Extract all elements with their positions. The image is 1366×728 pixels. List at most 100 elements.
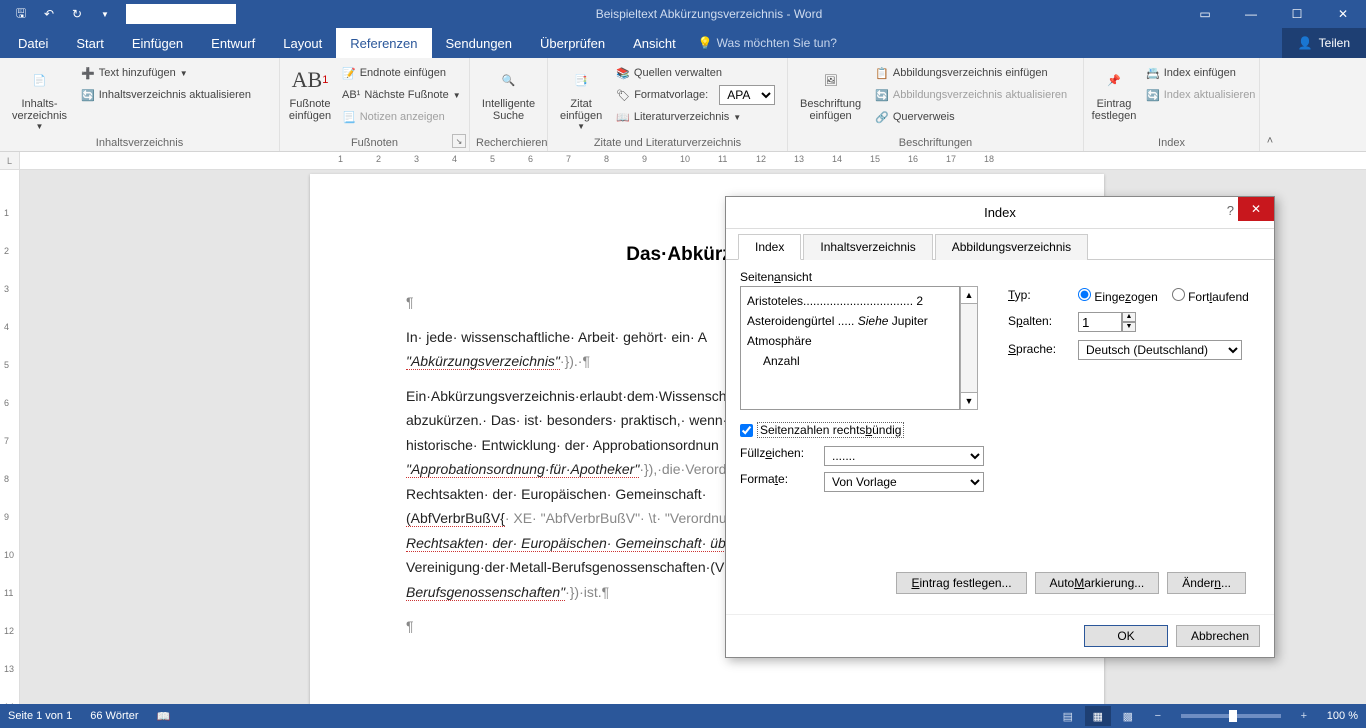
type-indented-radio[interactable]: Eingezogen [1078,286,1158,304]
tab-layout[interactable]: Layout [269,28,336,58]
scroll-up-icon[interactable]: ▲ [960,286,978,304]
zoom-in-icon[interactable]: + [1291,706,1317,726]
tab-design[interactable]: Entwurf [197,28,269,58]
horizontal-ruler[interactable]: L 123456789101112131415161718 [0,152,1366,170]
dialog-close-icon[interactable]: ✕ [1238,197,1274,221]
mark-entry-dialog-button[interactable]: Eintrag festlegen... [896,572,1026,594]
print-layout-icon[interactable]: ▦ [1085,706,1111,726]
undo-icon[interactable]: ↶ [36,2,62,26]
scroll-down-icon[interactable]: ▼ [960,392,978,410]
update-index-button[interactable]: 🔄Index aktualisieren [1142,84,1259,106]
manage-sources-button[interactable]: 📚Quellen verwalten [612,62,779,84]
proofing-icon[interactable]: 📖 [157,710,171,723]
spin-up-icon[interactable]: ▲ [1122,312,1136,322]
share-button[interactable]: 👤 Teilen [1282,28,1366,58]
columns-stepper[interactable]: ▲▼ [1078,312,1260,332]
body-text: In· jede· wissenschaftliche· Arbeit· geh… [406,329,707,345]
tab-file[interactable]: Datei [4,28,62,58]
preview-box: Aristoteles.............................… [740,286,960,410]
add-text-button[interactable]: ➕Text hinzufügen▼ [77,62,255,84]
tab-review[interactable]: Überprüfen [526,28,619,58]
update-toc-button[interactable]: 🔄Inhaltsverzeichnis aktualisieren [77,84,255,106]
bulb-icon: 💡 [698,36,713,50]
dialog-tab-fig[interactable]: Abbildungsverzeichnis [935,234,1088,260]
mark-entry-button[interactable]: 📌 Eintrag festlegen [1090,62,1138,135]
dialog-title-bar[interactable]: Index ? ✕ [726,197,1274,229]
automark-button[interactable]: AutoMarkierung... [1035,572,1160,594]
cross-reference-label: Querverweis [893,111,955,123]
citation-style-label: Formatvorlage: [634,89,708,101]
dialog-tabs: Index Inhaltsverzeichnis Abbildungsverze… [726,229,1274,260]
tab-home[interactable]: Start [62,28,117,58]
chevron-down-icon: ▼ [36,122,44,131]
vertical-ruler[interactable]: 1234567891011121314 [0,170,20,722]
modify-button[interactable]: Ändern... [1167,572,1246,594]
insert-footnote-button[interactable]: AB1 Fußnote einfügen [286,62,334,135]
maximize-icon[interactable]: ☐ [1274,0,1320,28]
redo-icon[interactable]: ↻ [64,2,90,26]
save-icon[interactable]: 🖫 [8,2,34,26]
next-footnote-button[interactable]: AB¹Nächste Fußnote▼ [338,84,465,106]
language-select[interactable]: Deutsch (Deutschland) [1078,340,1242,360]
dialog-launcher-icon[interactable]: ↘ [452,134,466,148]
toc-button[interactable]: 📄 Inhalts- verzeichnis ▼ [6,62,73,135]
scroll-track[interactable] [960,304,978,392]
citation-style-select[interactable]: APA [719,85,775,105]
read-mode-icon[interactable]: ▤ [1055,706,1081,726]
cancel-button[interactable]: Abbrechen [1176,625,1260,647]
share-label: Teilen [1319,36,1350,50]
preview-scrollbar[interactable]: ▲ ▼ [960,286,978,410]
dialog-tab-toc[interactable]: Inhaltsverzeichnis [803,234,932,260]
cross-reference-button[interactable]: 🔗Querverweis [871,106,1071,128]
formats-select[interactable]: Von Vorlage [824,472,984,492]
update-fig-index-button[interactable]: 🔄Abbildungsverzeichnis aktualisieren [871,84,1071,106]
qat-dropdown-icon[interactable]: ▼ [92,2,118,26]
endnote-label: Endnote einfügen [360,67,446,79]
smart-lookup-label: Intelligente Suche [482,98,535,122]
smart-lookup-button[interactable]: 🔍 Intelligente Suche [476,62,541,135]
show-notes-button[interactable]: 📃Notizen anzeigen [338,106,465,128]
status-zoom[interactable]: 100 % [1327,710,1358,722]
ok-button[interactable]: OK [1084,625,1168,647]
group-footnotes-label: Fußnoten [286,135,463,149]
pilcrow-icon: ¶ [406,618,414,634]
tell-me-search[interactable]: 💡 Was möchten Sie tun? [698,28,837,58]
zoom-slider[interactable] [1181,714,1281,718]
footnote-icon: AB1 [294,64,326,96]
group-toc-label: Inhaltsverzeichnis [6,135,273,149]
insert-index-button[interactable]: 📇Index einfügen [1142,62,1259,84]
zoom-out-icon[interactable]: − [1145,706,1171,726]
right-align-checkbox[interactable] [740,424,753,437]
type-runon-radio[interactable]: Fortlaufend [1172,286,1249,304]
bibliography-button[interactable]: 📖Literaturverzeichnis▼ [612,106,779,128]
zoom-thumb[interactable] [1229,710,1237,722]
minimize-icon[interactable]: — [1228,0,1274,28]
leader-label: Füllzeichen: [740,446,818,466]
tab-references[interactable]: Referenzen [336,28,431,58]
spin-down-icon[interactable]: ▼ [1122,322,1136,332]
bibliography-label: Literaturverzeichnis [634,111,729,123]
status-words[interactable]: 66 Wörter [90,710,138,722]
field-text: "Abkürzungsverzeichnis" [406,353,560,370]
caption-label: Beschriftung einfügen [800,98,861,122]
next-footnote-label: Nächste Fußnote [364,89,448,101]
leader-select[interactable]: ....... [824,446,984,466]
tab-mailings[interactable]: Sendungen [432,28,527,58]
columns-input[interactable] [1078,312,1122,332]
window-title: Beispieltext Abkürzungsverzeichnis - Wor… [236,7,1182,21]
close-icon[interactable]: ✕ [1320,0,1366,28]
ribbon-options-icon[interactable]: ▭ [1182,0,1228,28]
tab-view[interactable]: Ansicht [619,28,690,58]
insert-fig-index-button[interactable]: 📋Abbildungsverzeichnis einfügen [871,62,1071,84]
tab-insert[interactable]: Einfügen [118,28,197,58]
dialog-tab-index[interactable]: Index [738,234,801,260]
help-icon[interactable]: ? [1227,203,1234,218]
chevron-down-icon: ▼ [733,113,741,122]
status-page[interactable]: Seite 1 von 1 [8,710,72,722]
qat-search-input[interactable] [126,4,236,24]
insert-endnote-button[interactable]: 📝Endnote einfügen [338,62,465,84]
collapse-ribbon-icon[interactable]: ˄ [1260,58,1280,151]
web-layout-icon[interactable]: ▩ [1115,706,1141,726]
insert-caption-button[interactable]: 🖼 Beschriftung einfügen [794,62,867,135]
insert-citation-button[interactable]: 📑 Zitat einfügen ▼ [554,62,608,135]
